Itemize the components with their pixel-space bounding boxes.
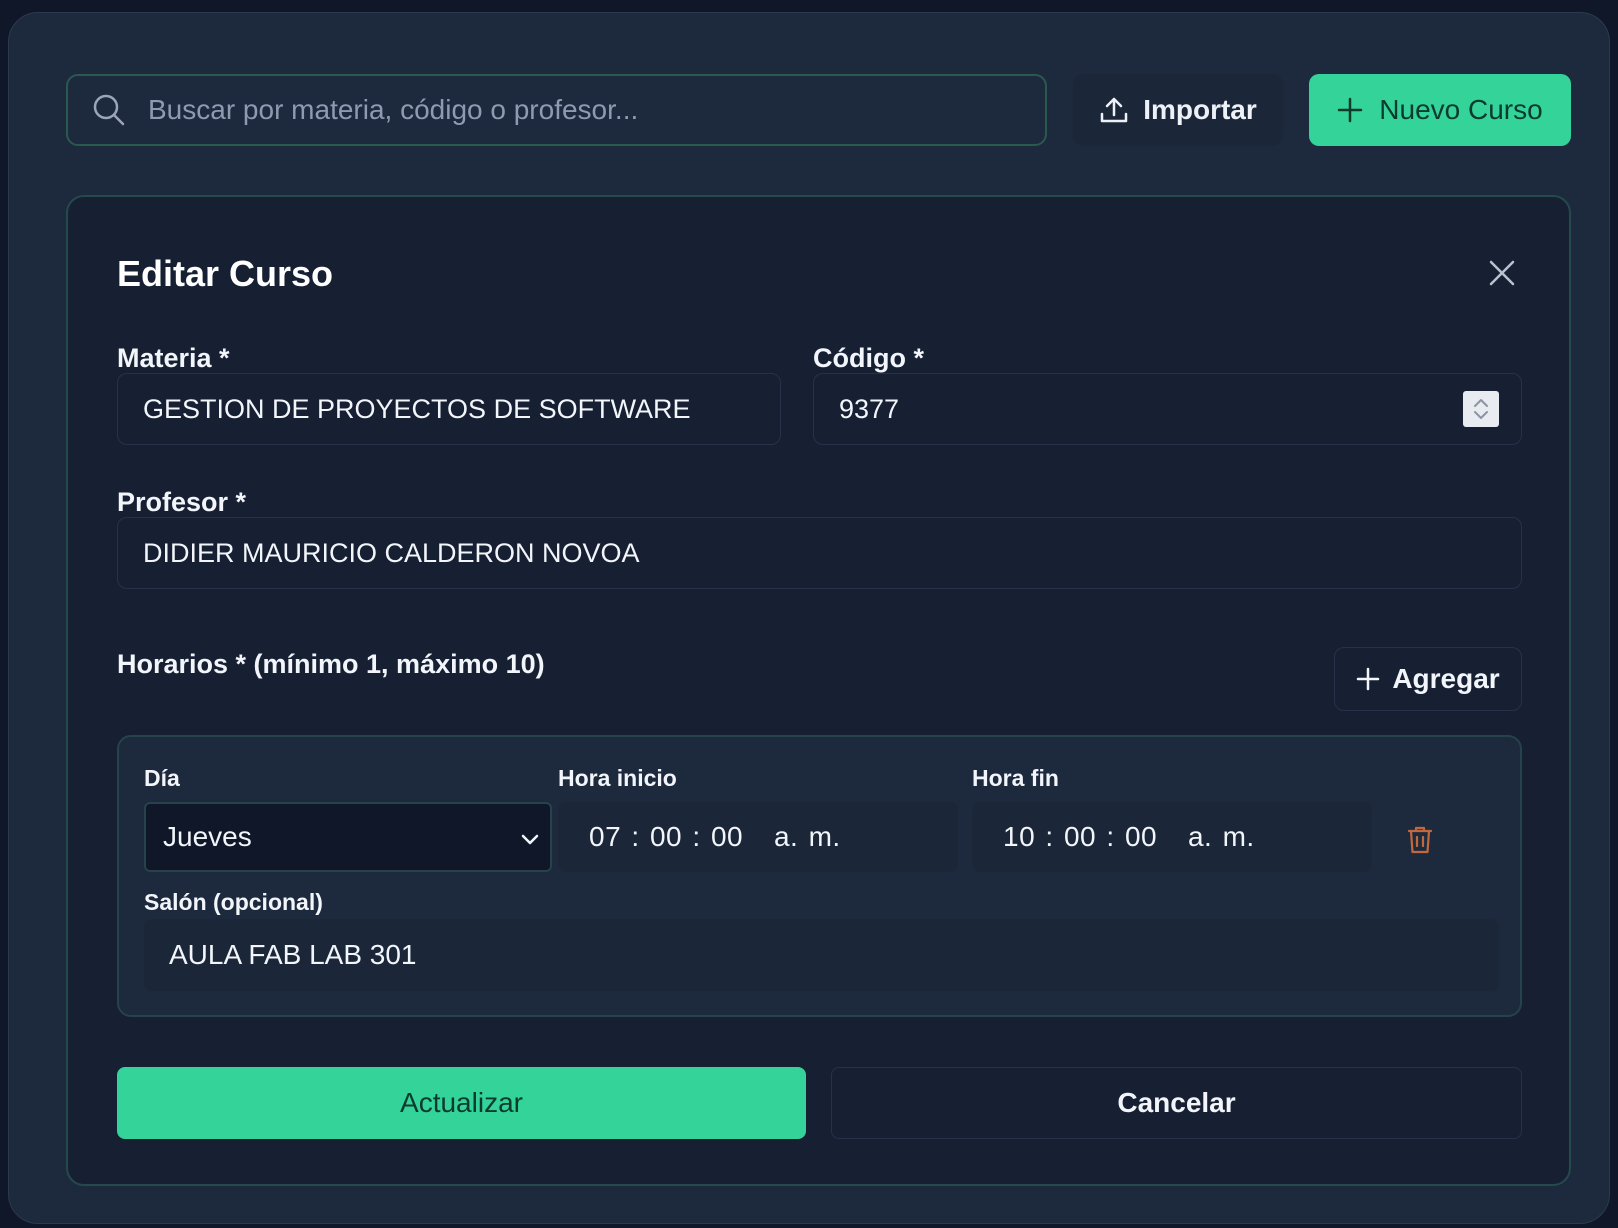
subject-input[interactable]: GESTION DE PROYECTOS DE SOFTWARE xyxy=(117,373,781,445)
add-schedule-button[interactable]: Agregar xyxy=(1334,647,1522,711)
import-label: Importar xyxy=(1143,94,1257,125)
room-input[interactable]: AULA FAB LAB 301 xyxy=(144,919,1499,991)
schedule-row: Día Jueves Hora inicio 07 : 00 : 00 a. m… xyxy=(117,735,1522,1017)
chevron-down-icon xyxy=(521,834,539,845)
code-label: Código * xyxy=(813,343,924,373)
search-icon xyxy=(93,94,125,126)
new-course-label: Nuevo Curso xyxy=(1379,94,1543,125)
subject-label: Materia * xyxy=(117,343,230,373)
day-label: Día xyxy=(144,765,180,791)
start-time-input[interactable]: 07 : 00 : 00 a. m. xyxy=(558,802,958,872)
room-label: Salón (opcional) xyxy=(144,889,323,915)
plus-icon xyxy=(1357,667,1380,691)
schedules-label: Horarios * (mínimo 1, máximo 10) xyxy=(117,649,545,679)
trash-icon[interactable] xyxy=(1407,825,1433,855)
dialog-title: Editar Curso xyxy=(117,253,334,294)
teacher-label: Profesor * xyxy=(117,487,247,517)
search-input[interactable] xyxy=(148,94,1008,126)
import-button[interactable]: Importar xyxy=(1073,74,1283,146)
edit-course-dialog: Editar Curso Materia * GESTION DE PROYEC… xyxy=(66,195,1571,1186)
update-button[interactable]: Actualizar xyxy=(117,1067,806,1139)
search-box[interactable] xyxy=(66,74,1047,146)
courses-panel: Importar Nuevo Curso Editar Curso Materi… xyxy=(8,12,1610,1224)
start-time-label: Hora inicio xyxy=(558,765,677,791)
new-course-button[interactable]: Nuevo Curso xyxy=(1309,74,1571,146)
start-time-value: 07 : 00 : 00 a. m. xyxy=(589,821,841,852)
end-time-value: 10 : 00 : 00 a. m. xyxy=(1003,821,1255,852)
teacher-input[interactable]: DIDIER MAURICIO CALDERON NOVOA xyxy=(117,517,1522,589)
close-icon[interactable] xyxy=(1486,257,1518,289)
spinner-icon[interactable] xyxy=(1463,391,1499,427)
end-time-label: Hora fin xyxy=(972,765,1059,791)
upload-icon xyxy=(1100,97,1128,123)
plus-icon xyxy=(1338,97,1363,123)
code-input[interactable]: 9377 xyxy=(813,373,1522,445)
day-select[interactable]: Jueves xyxy=(144,802,552,872)
code-value: 9377 xyxy=(839,393,900,424)
cancel-button[interactable]: Cancelar xyxy=(831,1067,1522,1139)
end-time-input[interactable]: 10 : 00 : 00 a. m. xyxy=(972,802,1372,872)
day-value: Jueves xyxy=(163,821,252,852)
add-schedule-label: Agregar xyxy=(1392,663,1500,694)
